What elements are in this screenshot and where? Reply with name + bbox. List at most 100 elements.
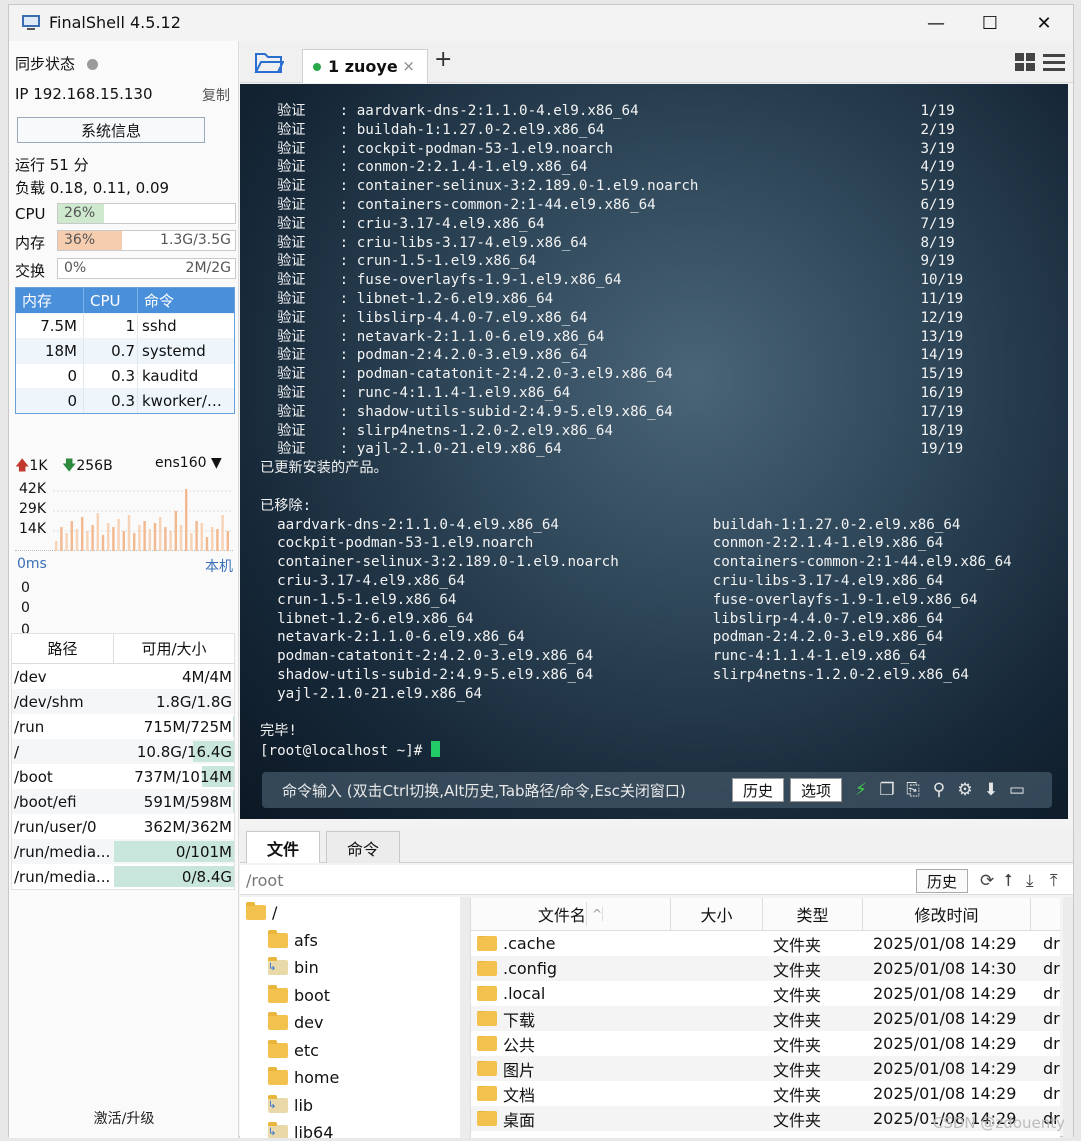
tree-scrollbar[interactable]	[460, 897, 470, 1138]
verify-progress: 1/19	[920, 103, 955, 119]
tree-item-dev[interactable]: dev	[268, 1012, 323, 1032]
file-row[interactable]: 公共 文件夹 2025/01/08 14:29 dr	[471, 1031, 1060, 1056]
paste-icon[interactable]: ⎘	[902, 779, 924, 801]
layout-grid-icon[interactable]	[1015, 53, 1035, 71]
tree-item-etc[interactable]: etc	[268, 1039, 319, 1060]
ip-address: IP 192.168.15.130	[15, 85, 153, 103]
tree-item-boot[interactable]: boot	[268, 984, 331, 1005]
col-size[interactable]: 大小	[671, 898, 763, 930]
terminal-output[interactable]: 验证 : aardvark-dns-2:1.1.0-4.el9.x86_64 1…	[240, 84, 1068, 819]
gear-icon[interactable]: ⚙	[954, 779, 976, 801]
process-row[interactable]: 0 0.3 kworker/…	[16, 388, 234, 413]
file-name: 文档	[503, 1085, 536, 1105]
removed-package: shadow-utils-subid-2:4.9-5.el9.x86_64	[260, 666, 713, 683]
tree-item-label: boot	[294, 985, 331, 1005]
lightning-icon[interactable]: ⚡	[850, 779, 872, 801]
command-input-bar[interactable]: 命令输入 (双击Ctrl切换,Alt历史,Tab路径/命令,Esc关闭窗口) 历…	[262, 772, 1052, 808]
refresh-icon[interactable]: ⟳	[980, 871, 994, 891]
folder-icon	[268, 929, 288, 948]
col-memory[interactable]: 内存	[16, 288, 84, 313]
col-available[interactable]: 可用/大小	[114, 634, 234, 663]
disk-row[interactable]: /dev 4M/4M	[12, 664, 234, 689]
file-list-scrollbar[interactable]	[1063, 897, 1073, 1138]
col-filename[interactable]: 文件名 ^	[471, 898, 671, 930]
system-info-button[interactable]: 系统信息	[17, 117, 205, 143]
disk-row[interactable]: /run/user/0 362M/362M	[12, 814, 234, 839]
disk-row[interactable]: /run/media... 0/101M	[12, 839, 234, 864]
col-path[interactable]: 路径	[12, 634, 114, 663]
latency-label: 0ms	[17, 556, 47, 572]
tab-files[interactable]: 文件	[246, 831, 320, 863]
copy-ip-button[interactable]: 复制	[202, 85, 230, 105]
disk-row[interactable]: / 10.8G/16.4G	[12, 739, 234, 764]
close-button[interactable]: ✕	[1017, 5, 1071, 41]
verify-label: 验证	[277, 196, 306, 213]
tree-item-bin[interactable]: bin	[268, 957, 319, 977]
removed-package: slirp4netns-1.2.0-2.el9.x86_64	[712, 666, 969, 683]
disk-row[interactable]: /run/media... 0/8.4G	[12, 864, 234, 889]
memory-amount: 1.3G/3.5G	[160, 232, 231, 248]
process-row[interactable]: 0 0.3 kauditd	[16, 363, 234, 388]
network-interface-select[interactable]: ens160 ▼	[155, 455, 222, 471]
removed-package: aardvark-dns-2:1.1.0-4.el9.x86_64	[260, 516, 713, 533]
search-icon[interactable]: ⚲	[928, 779, 950, 801]
file-row[interactable]: .config 文件夹 2025/01/08 14:30 dr	[471, 956, 1060, 981]
copy-icon[interactable]: ❐	[876, 779, 898, 801]
verify-package: : criu-3.17-4.el9.x86_64	[305, 215, 921, 232]
options-button[interactable]: 选项	[790, 778, 842, 802]
removed-package: libslirp-4.4.0-7.el9.x86_64	[712, 610, 944, 627]
history-button[interactable]: 历史	[732, 778, 784, 802]
sync-status-label: 同步状态	[15, 55, 76, 73]
verify-package: : buildah-1:1.27.0-2.el9.x86_64	[305, 121, 921, 138]
file-row[interactable]: 下载 文件夹 2025/01/08 14:29 dr	[471, 1006, 1060, 1031]
process-row[interactable]: 18M 0.7 systemd	[16, 338, 234, 363]
up-directory-icon[interactable]: ⭡	[1004, 871, 1012, 891]
window-icon[interactable]: ▭	[1006, 779, 1028, 801]
disk-avail-value: 0/101M	[175, 842, 232, 861]
scroll-down-icon[interactable]: ⬇	[980, 779, 1002, 801]
removed-package: podman-2:4.2.0-3.el9.x86_64	[712, 629, 944, 646]
disk-row[interactable]: /boot 737M/1014M	[12, 764, 234, 789]
minimize-button[interactable]: —	[909, 5, 963, 41]
process-cmd: systemd	[142, 342, 206, 360]
disk-row[interactable]: /boot/efi 591M/598M	[12, 789, 234, 814]
close-tab-icon[interactable]: ×	[402, 57, 415, 75]
open-folder-icon[interactable]	[254, 49, 284, 75]
disk-path: /run/user/0	[14, 817, 97, 836]
add-tab-button[interactable]: +	[434, 47, 452, 72]
tree-item-home[interactable]: home	[268, 1067, 339, 1087]
connected-dot-icon	[313, 62, 321, 71]
file-name: .cache	[503, 934, 556, 953]
file-row[interactable]: 文档 文件夹 2025/01/08 14:29 dr	[471, 1081, 1060, 1106]
download-icon[interactable]: ⤓	[1026, 871, 1034, 891]
menu-icon[interactable]	[1043, 53, 1065, 71]
tree-item-root[interactable]: /	[246, 902, 277, 922]
process-row[interactable]: 7.5M 1 sshd	[16, 313, 234, 338]
tab-session-zuoye[interactable]: 1 zuoye ×	[302, 49, 428, 83]
col-modified[interactable]: 修改时间	[863, 898, 1031, 930]
swap-percent: 0%	[64, 260, 87, 276]
path-history-button[interactable]: 历史	[916, 869, 968, 893]
path-input[interactable]: /root	[246, 871, 283, 890]
file-row[interactable]: .local 文件夹 2025/01/08 14:29 dr	[471, 981, 1060, 1006]
disk-row[interactable]: /run 715M/725M	[12, 714, 234, 739]
col-permission[interactable]	[1031, 898, 1060, 930]
maximize-button[interactable]: ☐	[963, 5, 1017, 41]
col-cpu[interactable]: CPU	[84, 288, 138, 313]
tree-item-afs[interactable]: afs	[268, 929, 318, 950]
tab-commands[interactable]: 命令	[326, 831, 400, 863]
file-row[interactable]: .cache 文件夹 2025/01/08 14:29 dr	[471, 931, 1060, 956]
disk-row[interactable]: /dev/shm 1.8G/1.8G	[12, 689, 234, 714]
col-type[interactable]: 类型	[763, 898, 863, 930]
col-command[interactable]: 命令	[138, 288, 234, 313]
upload-icon[interactable]: ⤒	[1050, 871, 1058, 891]
tree-item-lib[interactable]: lib	[268, 1094, 313, 1115]
verify-progress: 15/19	[920, 366, 964, 383]
tree-item-lib64[interactable]: lib64	[268, 1122, 333, 1138]
process-cmd: kworker/…	[142, 392, 222, 410]
file-row[interactable]: 图片 文件夹 2025/01/08 14:29 dr	[471, 1056, 1060, 1081]
process-table-header: 内存 CPU 命令	[16, 288, 234, 313]
activate-upgrade-link[interactable]: 激活/升级	[9, 1108, 239, 1128]
folder-icon	[268, 984, 288, 1003]
